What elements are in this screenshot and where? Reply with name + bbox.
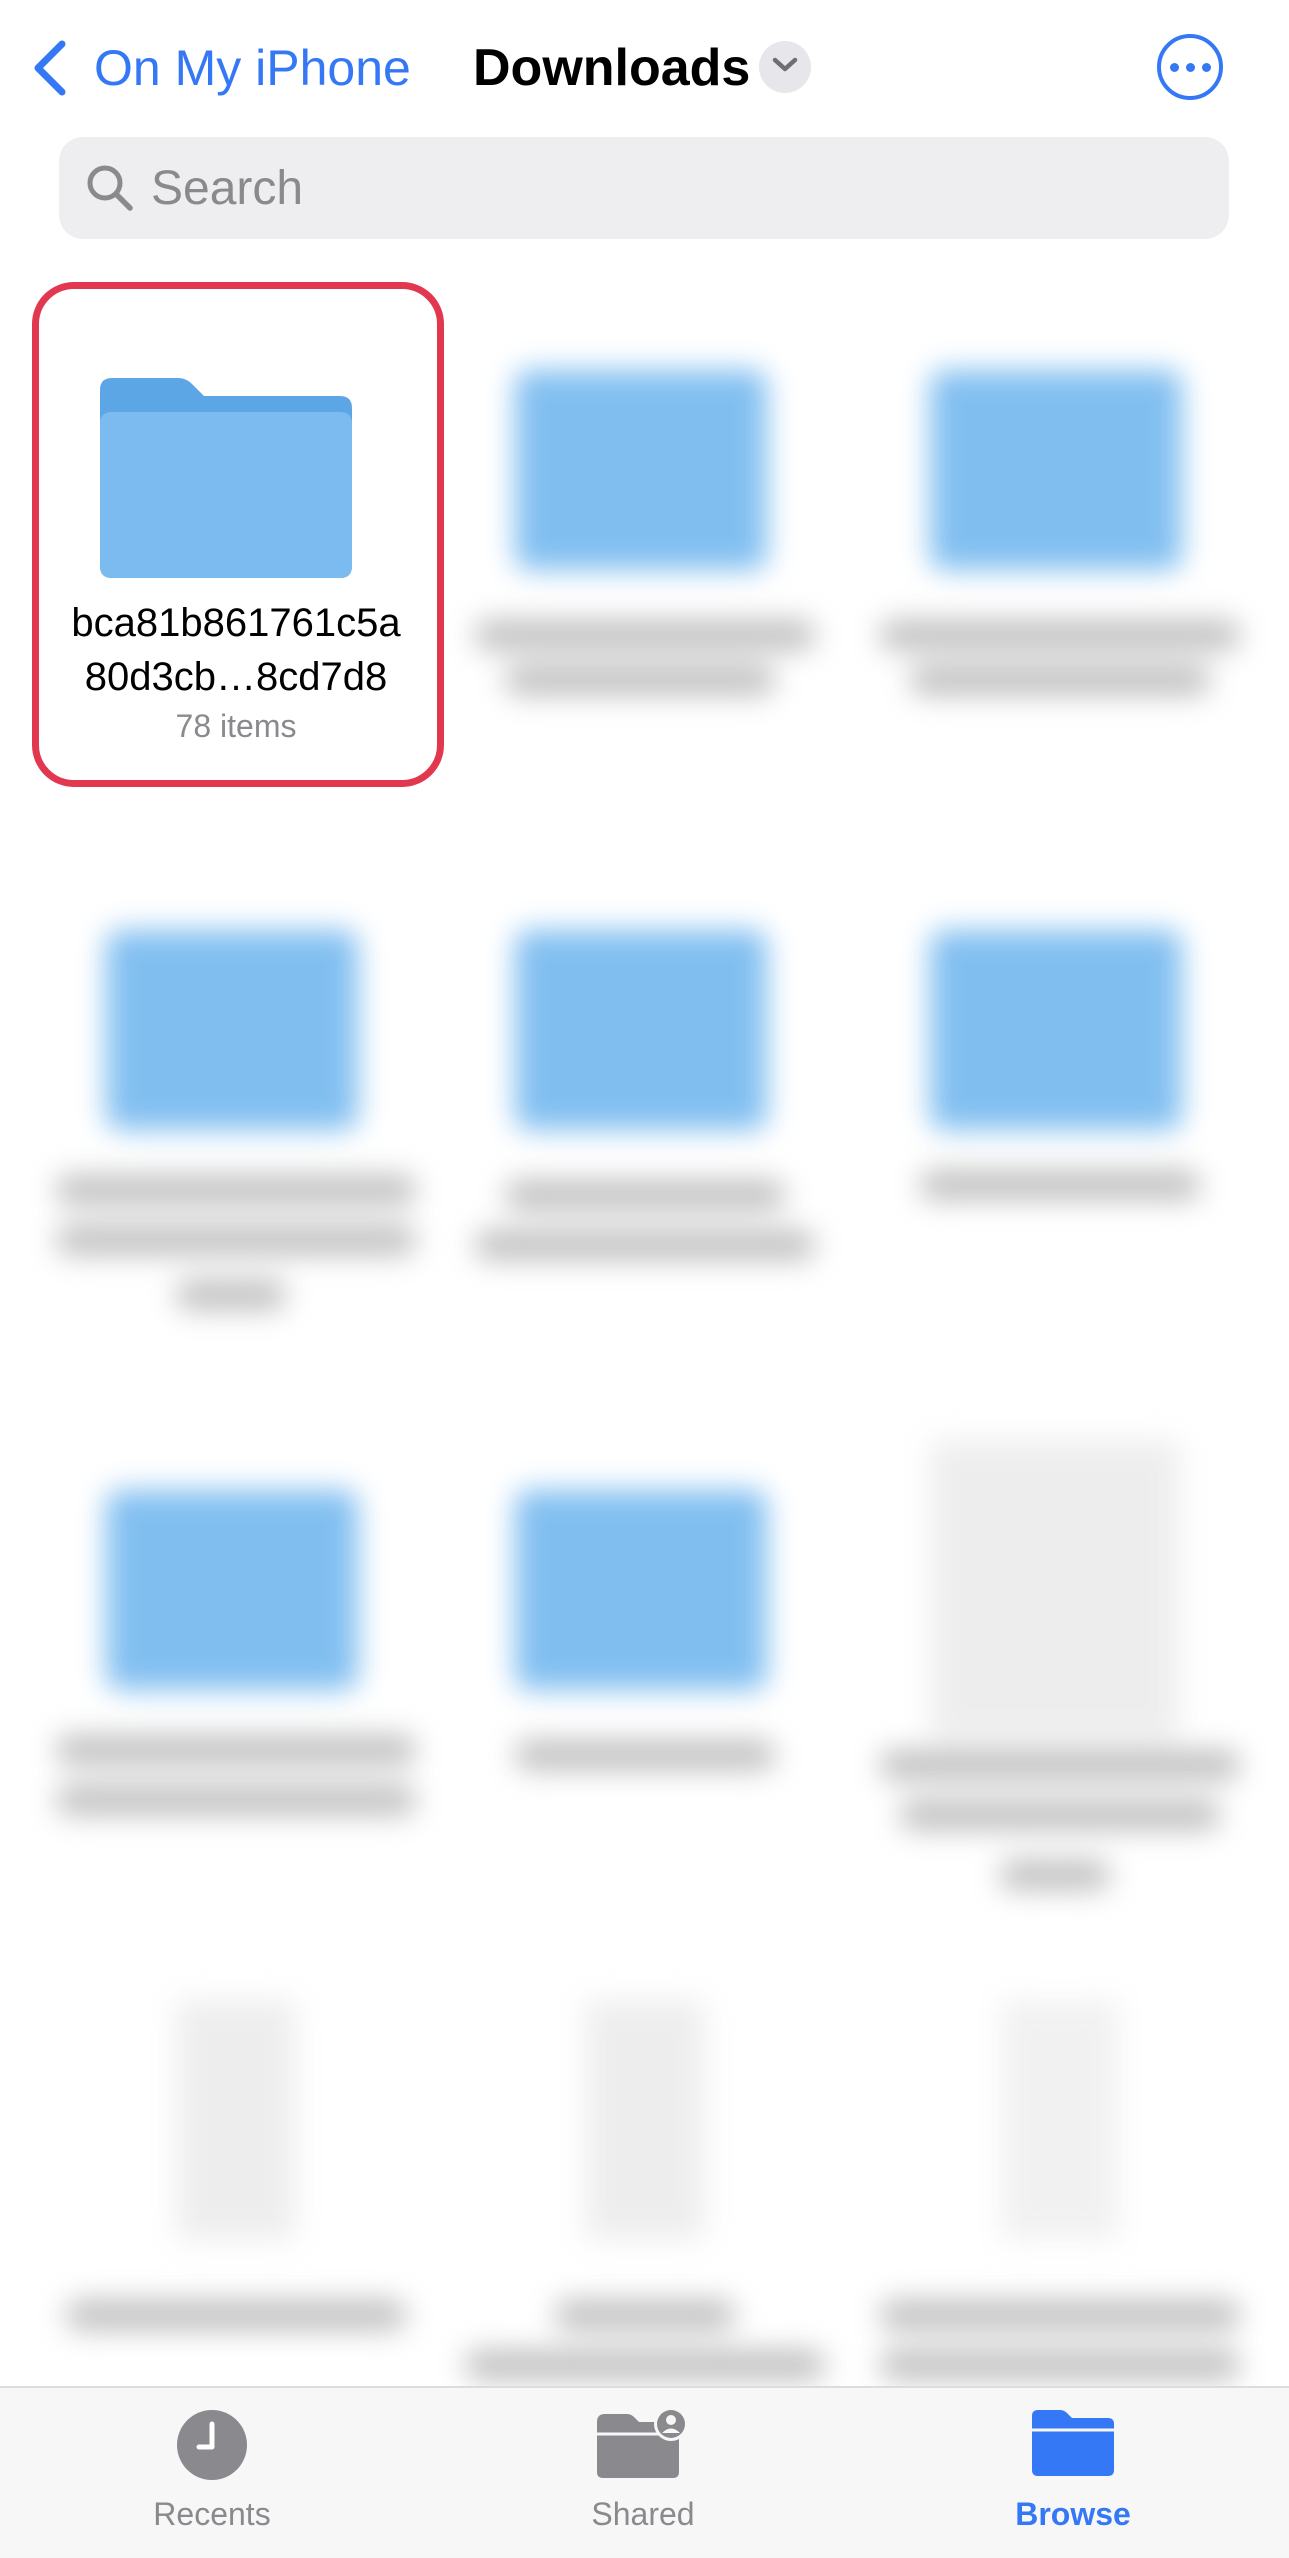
files-browser-screen: On My iPhone Downloads Search bca81b8617…	[0, 0, 1289, 2558]
navigation-bar: On My iPhone Downloads	[0, 0, 1289, 135]
tab-label: Recents	[153, 2496, 271, 2532]
more-options-button[interactable]	[1157, 34, 1223, 100]
chevron-down-icon	[771, 55, 799, 80]
tab-browse[interactable]: Browse	[943, 2388, 1203, 2558]
folder-icon	[930, 370, 1182, 570]
search-field[interactable]	[59, 137, 1229, 239]
grid-item-blurred[interactable]	[860, 1420, 1260, 1920]
clock-icon	[175, 2408, 249, 2487]
document-thumbnail	[176, 2000, 296, 2240]
tab-recents[interactable]: Recents	[82, 2388, 342, 2558]
tab-shared[interactable]: Shared	[513, 2388, 773, 2558]
ellipsis-icon	[1169, 62, 1179, 72]
tab-label: Browse	[1015, 2496, 1131, 2532]
folder-icon	[515, 370, 767, 570]
document-thumbnail	[585, 2000, 705, 2240]
search-input[interactable]	[149, 159, 1153, 217]
folder-name: bca81b861761c5a 80d3cb…8cd7d8	[71, 601, 401, 699]
tab-bar: Recents Shared Browse	[0, 2386, 1289, 2558]
page-title: Downloads	[473, 39, 751, 97]
folder-icon	[106, 930, 358, 1130]
grid-item-blurred[interactable]	[860, 300, 1260, 800]
folder-icon	[515, 1490, 767, 1690]
folder-icon	[1032, 2408, 1114, 2481]
folder-icon	[515, 930, 767, 1130]
folder-icon	[106, 1490, 358, 1690]
chevron-left-icon	[30, 38, 70, 98]
back-label: On My iPhone	[94, 40, 411, 96]
grid-item-blurred[interactable]	[36, 860, 436, 1360]
grid-item-blurred[interactable]	[445, 1420, 845, 1920]
tab-label: Shared	[591, 2496, 695, 2532]
title-menu-button[interactable]	[759, 41, 811, 93]
document-thumbnail	[930, 1440, 1180, 1740]
folder-icon	[930, 930, 1182, 1130]
grid-item-blurred[interactable]	[36, 1420, 436, 1920]
grid-item-blurred[interactable]	[860, 860, 1260, 1360]
back-button[interactable]: On My iPhone	[30, 30, 411, 106]
shared-folder-icon	[595, 2407, 691, 2487]
folder-icon	[100, 378, 352, 578]
grid-item-blurred[interactable]	[445, 860, 845, 1360]
grid-item-blurred[interactable]	[445, 300, 845, 800]
folder-item-count: 78 items	[175, 708, 297, 744]
search-icon	[81, 159, 139, 217]
document-thumbnail	[1000, 2000, 1120, 2240]
